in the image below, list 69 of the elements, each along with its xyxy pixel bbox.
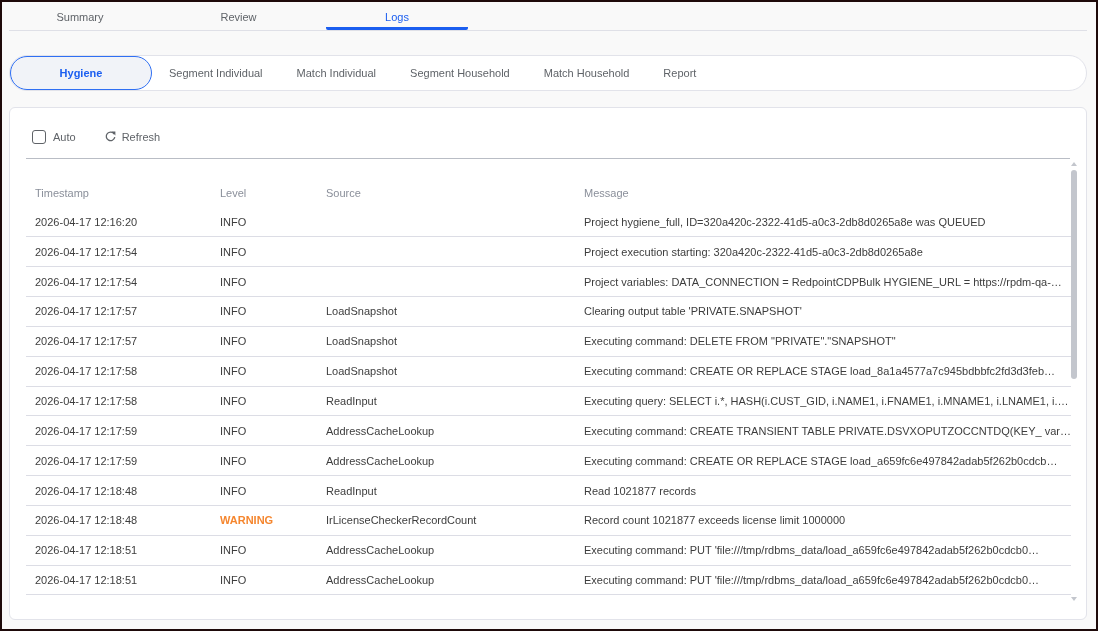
table-cell-text: WARNING bbox=[219, 514, 275, 527]
down-arrow-icon[interactable] bbox=[1071, 597, 1077, 601]
column-header: Level bbox=[219, 186, 248, 199]
subtab[interactable]: Segment Individual bbox=[152, 56, 280, 90]
table-cell-text: IrLicenseCheckerRecordCount bbox=[325, 514, 478, 527]
table-cell-text: 2026-04-17 12:17:59 bbox=[34, 424, 139, 437]
table-cell-text: INFO bbox=[219, 245, 248, 258]
refresh-icon bbox=[104, 131, 116, 142]
table-cell-text: 2026-04-17 12:18:51 bbox=[34, 544, 139, 557]
table-cell-text: INFO bbox=[219, 275, 248, 288]
column-header: Message bbox=[583, 186, 630, 199]
table-cell-text: Executing query: SELECT i.*, HASH(i.CUST_GID, i.NAME1, i.FNAME1, i.MNAME1, i.LNAME1, i.… bbox=[583, 395, 1070, 407]
subtab[interactable]: Segment Household bbox=[393, 56, 527, 90]
table-cell-text: INFO bbox=[219, 484, 248, 497]
table-cell-text: Executing command: CREATE OR REPLACE STAGE load_a659fc6e497842adab5f262b0cdcb… bbox=[583, 454, 1059, 467]
table-cell-text: ReadInput bbox=[325, 395, 378, 407]
table-cell-text: INFO bbox=[219, 365, 248, 378]
table-cell-text: ReadInput bbox=[325, 484, 378, 497]
tab[interactable]: Summary bbox=[9, 2, 151, 30]
table-cell-text: LoadSnapshot bbox=[325, 335, 398, 348]
table-cell-text: AddressCacheLookup bbox=[325, 544, 436, 557]
subtab[interactable]: Match Individual bbox=[279, 56, 394, 90]
table-cell-text: INFO bbox=[219, 544, 248, 557]
table-cell-text: 2026-04-17 12:17:57 bbox=[34, 335, 139, 348]
table-cell-text: Project variables: DATA_CONNECTION = RedpointCDPBulk HYGIENE_URL = https://rpdm-qa-… bbox=[583, 275, 1063, 288]
table-cell-text: 2026-04-17 12:17:58 bbox=[34, 365, 139, 378]
scrollbar-thumb[interactable] bbox=[1071, 170, 1077, 379]
table-cell-text: Executing command: CREATE OR REPLACE STAGE load_8a1a4577a7c945bdbbfc2fd3d3feb… bbox=[583, 365, 1057, 378]
table-cell-text: Record count 1021877 exceeds license limit 1000000 bbox=[583, 514, 847, 527]
table-cell-text: INFO bbox=[219, 454, 248, 467]
table-cell-text: 2026-04-17 12:17:54 bbox=[34, 275, 139, 288]
table-cell-text: Executing command: PUT 'file:///tmp/rdbms_data/load_a659fc6e497842adab5f262b0cdcb0… bbox=[583, 574, 1041, 587]
table-cell-text: AddressCacheLookup bbox=[325, 454, 436, 467]
table-cell-text: INFO bbox=[219, 574, 248, 587]
refresh-button[interactable]: Refresh bbox=[104, 130, 161, 143]
table-cell-text: LoadSnapshot bbox=[325, 365, 398, 378]
table-cell-text: Project execution starting: 320a420c-2322-41d5-a0c3-2db8d0265a8e bbox=[583, 245, 924, 258]
table-cell-text: 2026-04-17 12:18:48 bbox=[34, 484, 139, 497]
table-cell-text: 2026-04-17 12:17:58 bbox=[34, 395, 139, 407]
subtab[interactable]: Report bbox=[646, 56, 714, 90]
table-cell-text: INFO bbox=[219, 305, 248, 318]
table-cell-text: INFO bbox=[219, 424, 248, 437]
table-cell-text: AddressCacheLookup bbox=[325, 574, 436, 587]
column-header: Timestamp bbox=[34, 186, 90, 199]
table-cell-text: Executing command: DELETE FROM "PRIVATE"."SNAPSHOT" bbox=[583, 335, 897, 348]
subtab[interactable]: Match Household bbox=[526, 56, 647, 90]
table-cell-text: Project hygiene_full, ID=320a420c-2322-41d5-a0c3-2db8d0265a8e was QUEUED bbox=[583, 215, 987, 228]
table-cell-text: INFO bbox=[219, 335, 248, 348]
table-cell-text: Read 1021877 records bbox=[583, 484, 697, 497]
table-cell-text: AddressCacheLookup bbox=[325, 424, 436, 437]
table-cell-text: Executing command: CREATE TRANSIENT TABLE PRIVATE.DSVXOPUTZOCCNTDQ(KEY_ var… bbox=[583, 424, 1071, 437]
checkbox[interactable] bbox=[32, 129, 46, 144]
column-header: Source bbox=[325, 186, 362, 199]
subtab[interactable]: Hygiene bbox=[10, 56, 152, 90]
table-cell-text: 2026-04-17 12:17:57 bbox=[34, 305, 139, 318]
table-cell-text: INFO bbox=[219, 215, 248, 228]
table-cell-text: INFO bbox=[219, 395, 248, 407]
table-cell-text: 2026-04-17 12:17:54 bbox=[34, 245, 139, 258]
table-cell-text: Clearing output table 'PRIVATE.SNAPSHOT' bbox=[583, 305, 803, 318]
table-cell-text: 2026-04-17 12:16:20 bbox=[34, 215, 139, 228]
table-cell-text: Executing command: PUT 'file:///tmp/rdbms_data/load_a659fc6e497842adab5f262b0cdcb0… bbox=[583, 544, 1041, 557]
table-cell-text: 2026-04-17 12:17:59 bbox=[34, 454, 139, 467]
table-cell-text: LoadSnapshot bbox=[325, 305, 398, 318]
tab[interactable]: Review bbox=[167, 2, 310, 30]
tab[interactable]: Logs bbox=[326, 2, 468, 30]
checkbox-label[interactable]: Auto bbox=[53, 130, 76, 143]
table-cell-text: 2026-04-17 12:18:51 bbox=[34, 574, 139, 587]
up-arrow-icon[interactable] bbox=[1071, 162, 1077, 166]
table-cell-text: 2026-04-17 12:18:48 bbox=[34, 514, 139, 527]
